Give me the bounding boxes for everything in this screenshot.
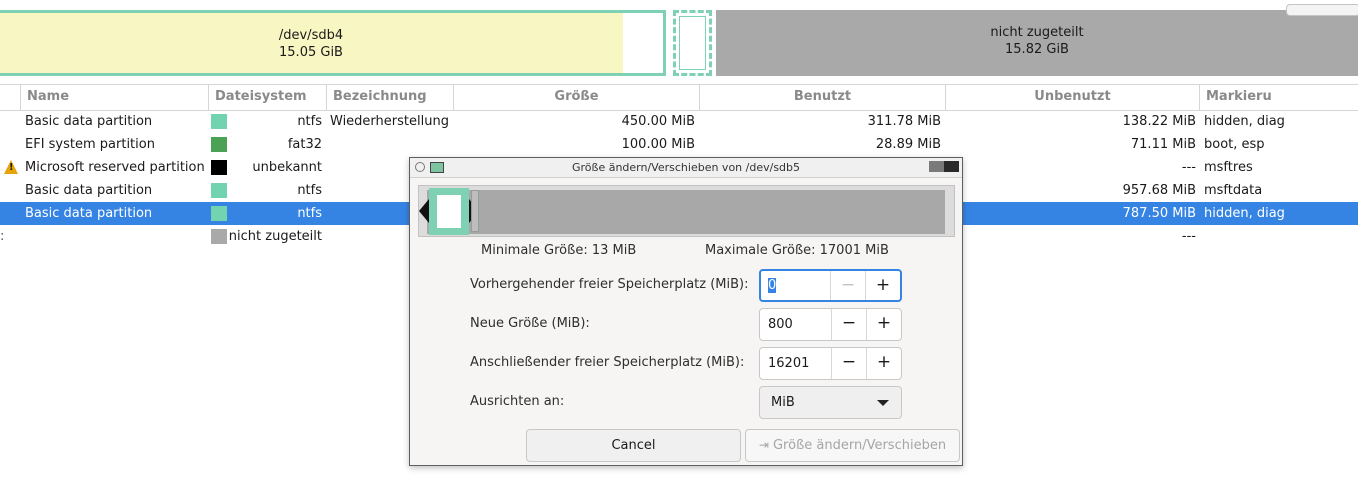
- align-to-label: Ausrichten an:: [470, 394, 565, 409]
- preceding-space-input[interactable]: 0: [768, 271, 777, 300]
- row-used: 28.89 MiB: [875, 137, 941, 152]
- maximum-size-label: Maximale Größe: 17001 MiB: [705, 243, 889, 258]
- resize-move-icon: ⇥: [758, 438, 769, 452]
- decrement-button[interactable]: −: [831, 309, 866, 340]
- dialog-title: Größe ändern/Verschieben von /dev/sdb5: [571, 161, 801, 174]
- decrement-button[interactable]: −: [831, 348, 866, 379]
- filesystem-color-swatch: [211, 160, 227, 175]
- resize-move-button[interactable]: ⇥ Größe ändern/Verschieben: [745, 429, 960, 462]
- row-flags: boot, esp: [1204, 137, 1265, 152]
- filesystem-color-swatch: [211, 183, 227, 198]
- chevron-down-icon: [877, 400, 889, 406]
- row-flags: msftres: [1204, 160, 1253, 175]
- column-header-used[interactable]: Benutzt: [699, 85, 945, 110]
- row-unused: 71.11 MiB: [1130, 137, 1196, 152]
- unallocated-block[interactable]: nicht zugeteilt 15.82 GiB: [716, 4, 1358, 76]
- unallocated-size: 15.82 GiB: [1005, 42, 1069, 57]
- row-flags: msftdata: [1204, 183, 1263, 198]
- row-flags: hidden, diag: [1204, 114, 1285, 129]
- close-button[interactable]: [944, 161, 959, 172]
- partition-handle[interactable]: [429, 188, 469, 235]
- new-size-label: Neue Größe (MiB):: [470, 316, 590, 331]
- partition-inner-outline: [679, 16, 706, 70]
- row-filesystem: ntfs: [297, 183, 322, 198]
- row-unused: 957.68 MiB: [1122, 183, 1196, 198]
- row-filesystem: unbekannt: [252, 160, 322, 175]
- partition-block-sdb5[interactable]: [673, 10, 712, 76]
- new-size-input[interactable]: 800: [768, 309, 793, 340]
- partition-block-sdb4[interactable]: /dev/sdb4 15.05 GiB: [0, 10, 666, 76]
- following-space-input[interactable]: 16201: [768, 348, 809, 379]
- row-unused: 787.50 MiB: [1122, 206, 1196, 221]
- decrement-button[interactable]: −: [830, 271, 865, 300]
- row-filesystem: ntfs: [297, 206, 322, 221]
- preceding-space-spinner[interactable]: 0 − +: [759, 269, 902, 302]
- increment-button[interactable]: +: [866, 309, 901, 340]
- row-tree-marker: :: [0, 229, 5, 244]
- row-label: Wiederherstellung: [330, 114, 449, 129]
- column-header-status[interactable]: [0, 85, 21, 110]
- row-unused: ---: [1181, 160, 1196, 175]
- unallocated-block-label: nicht zugeteilt 15.82 GiB: [716, 24, 1358, 58]
- row-name: Basic data partition: [25, 114, 153, 129]
- new-size-spinner[interactable]: 800 − +: [759, 308, 902, 341]
- increment-button[interactable]: +: [865, 271, 900, 300]
- resize-left-arrow-icon[interactable]: [419, 199, 429, 223]
- filesystem-color-swatch: [211, 206, 227, 221]
- disk-graph: /dev/sdb4 15.05 GiB nicht zugeteilt 15.8…: [0, 0, 1358, 83]
- resize-move-dialog: Größe ändern/Verschieben von /dev/sdb5 M…: [409, 157, 963, 466]
- minimum-size-label: Minimale Größe: 13 MiB: [481, 243, 637, 258]
- column-header-flags[interactable]: Markieru: [1199, 85, 1358, 110]
- following-space-spinner[interactable]: 16201 − +: [759, 347, 902, 380]
- preceding-space-label: Vorhergehender freier Speicherplatz (MiB…: [470, 277, 749, 292]
- preceding-space-value: 0: [768, 278, 777, 293]
- row-used: 311.78 MiB: [867, 114, 941, 129]
- filesystem-color-swatch: [211, 114, 227, 129]
- dialog-titlebar[interactable]: Größe ändern/Verschieben von /dev/sdb5: [410, 158, 962, 178]
- resize-grip[interactable]: [471, 190, 479, 232]
- align-to-dropdown[interactable]: MiB: [759, 386, 902, 419]
- column-header-name[interactable]: Name: [20, 85, 208, 110]
- partition-name: /dev/sdb4: [278, 28, 344, 43]
- free-space-bar: [427, 190, 945, 234]
- following-space-label: Anschließender freier Speicherplatz (MiB…: [470, 355, 745, 370]
- column-header-unused[interactable]: Unbenutzt: [945, 85, 1199, 110]
- row-name: Microsoft reserved partition: [25, 160, 205, 175]
- cancel-button-label: Cancel: [611, 438, 656, 453]
- partition-content: [437, 195, 461, 228]
- partition-size: 15.05 GiB: [279, 45, 343, 60]
- row-unused: ---: [1181, 229, 1196, 244]
- filesystem-color-swatch: [211, 137, 227, 152]
- row-filesystem: fat32: [287, 137, 322, 152]
- warning-icon: !: [4, 160, 18, 174]
- minimize-button[interactable]: [929, 161, 944, 172]
- table-row[interactable]: Basic data partition ntfs Wiederherstell…: [0, 110, 1358, 133]
- row-filesystem: nicht zugeteilt: [228, 229, 322, 244]
- column-header-filesystem[interactable]: Dateisystem: [208, 85, 326, 110]
- row-size: 450.00 MiB: [621, 114, 695, 129]
- partition-block-label: /dev/sdb4 15.05 GiB: [0, 27, 623, 61]
- column-header-size[interactable]: Größe: [453, 85, 699, 110]
- unallocated-name: nicht zugeteilt: [990, 25, 1084, 40]
- increment-button[interactable]: +: [866, 348, 901, 379]
- window-corner-button[interactable]: [1286, 4, 1358, 16]
- row-size: 100.00 MiB: [621, 137, 695, 152]
- row-unused: 138.22 MiB: [1122, 114, 1196, 129]
- row-filesystem: ntfs: [297, 114, 322, 129]
- row-name: Basic data partition: [25, 183, 153, 198]
- partition-resizer[interactable]: [418, 185, 955, 237]
- table-row[interactable]: EFI system partition fat32 100.00 MiB 28…: [0, 133, 1358, 156]
- resize-move-button-label: Größe ändern/Verschieben: [772, 438, 947, 453]
- align-to-value: MiB: [771, 395, 795, 410]
- column-header-label[interactable]: Bezeichnung: [326, 85, 453, 110]
- cancel-button[interactable]: Cancel: [526, 429, 741, 462]
- row-name: EFI system partition: [25, 137, 155, 152]
- row-flags: hidden, diag: [1204, 206, 1285, 221]
- partition-table-header: Name Dateisystem Bezeichnung Größe Benut…: [0, 84, 1358, 111]
- row-name: Basic data partition: [25, 206, 153, 221]
